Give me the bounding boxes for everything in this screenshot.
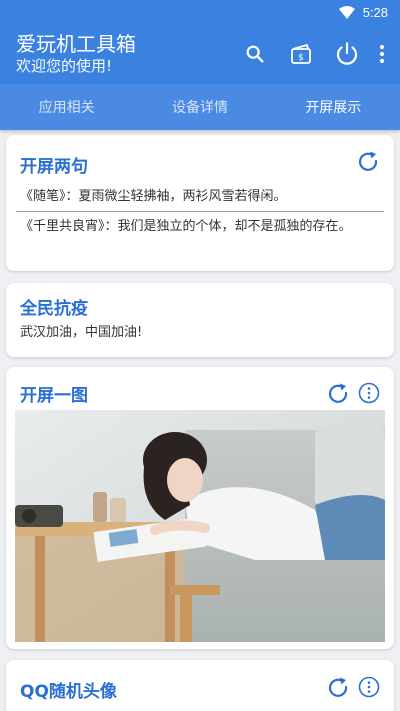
status-bar: 5:28 bbox=[0, 0, 400, 24]
avatar-card: QQ随机头像 bbox=[6, 660, 394, 711]
tab-apps[interactable]: 应用相关 bbox=[0, 84, 133, 130]
avatar-refresh-button[interactable] bbox=[325, 675, 351, 701]
status-time: 5:28 bbox=[362, 4, 388, 20]
refresh-icon bbox=[328, 383, 348, 403]
wallet-icon: $ bbox=[291, 44, 311, 64]
app-actions: $ bbox=[232, 31, 394, 77]
power-icon bbox=[336, 42, 358, 65]
avatar-title: QQ随机头像 bbox=[20, 682, 117, 702]
refresh-icon bbox=[358, 151, 378, 171]
more-circle-icon bbox=[358, 676, 380, 698]
wifi-icon bbox=[338, 5, 355, 19]
app-bar: 爱玩机工具箱 欢迎您的使用! $ bbox=[0, 24, 400, 84]
power-button[interactable] bbox=[324, 31, 370, 77]
more-circle-icon bbox=[358, 382, 380, 404]
image-refresh-button[interactable] bbox=[325, 381, 351, 407]
content: 开屏两句 《随笔》：夏雨微尘轻拂袖，两衫风雪若得闲。 《千里共良宵》：我们是独立… bbox=[0, 130, 400, 711]
app-titles: 爱玩机工具箱 欢迎您的使用! bbox=[16, 32, 232, 76]
quotes-card: 开屏两句 《随笔》：夏雨微尘轻拂袖，两衫风雪若得闲。 《千里共良宵》：我们是独立… bbox=[6, 135, 394, 271]
quotes-title: 开屏两句 bbox=[20, 157, 88, 177]
splash-photo bbox=[15, 410, 385, 642]
quote-line-2: 《千里共良宵》：我们是独立的个体，却不是孤独的存在。 bbox=[20, 219, 352, 234]
fight-text: 武汉加油，中国加油! bbox=[20, 325, 143, 340]
svg-text:$: $ bbox=[298, 53, 304, 63]
fight-card: 全民抗疫 武汉加油，中国加油! bbox=[6, 283, 394, 357]
tab-bar: 应用相关 设备详情 开屏展示 bbox=[0, 84, 400, 130]
app-title: 爱玩机工具箱 bbox=[16, 32, 136, 56]
tab-splash[interactable]: 开屏展示 bbox=[267, 84, 400, 130]
wallet-button[interactable]: $ bbox=[278, 31, 324, 77]
photo-illustration bbox=[15, 410, 385, 642]
more-vert-icon bbox=[379, 44, 385, 64]
refresh-icon bbox=[328, 677, 348, 697]
quotes-refresh-button[interactable] bbox=[355, 149, 381, 175]
avatar-info-button[interactable] bbox=[358, 676, 380, 698]
image-title: 开屏一图 bbox=[20, 386, 88, 406]
more-button[interactable] bbox=[370, 31, 394, 77]
search-button[interactable] bbox=[232, 31, 278, 77]
image-info-button[interactable] bbox=[358, 382, 380, 404]
search-icon bbox=[246, 45, 264, 63]
tab-device[interactable]: 设备详情 bbox=[133, 84, 266, 130]
quotes-divider bbox=[16, 211, 384, 212]
app-subtitle: 欢迎您的使用! bbox=[16, 57, 113, 75]
quote-line-1: 《随笔》：夏雨微尘轻拂袖，两衫风雪若得闲。 bbox=[20, 189, 287, 204]
image-card: 开屏一图 bbox=[6, 367, 394, 649]
fight-title: 全民抗疫 bbox=[20, 299, 88, 319]
